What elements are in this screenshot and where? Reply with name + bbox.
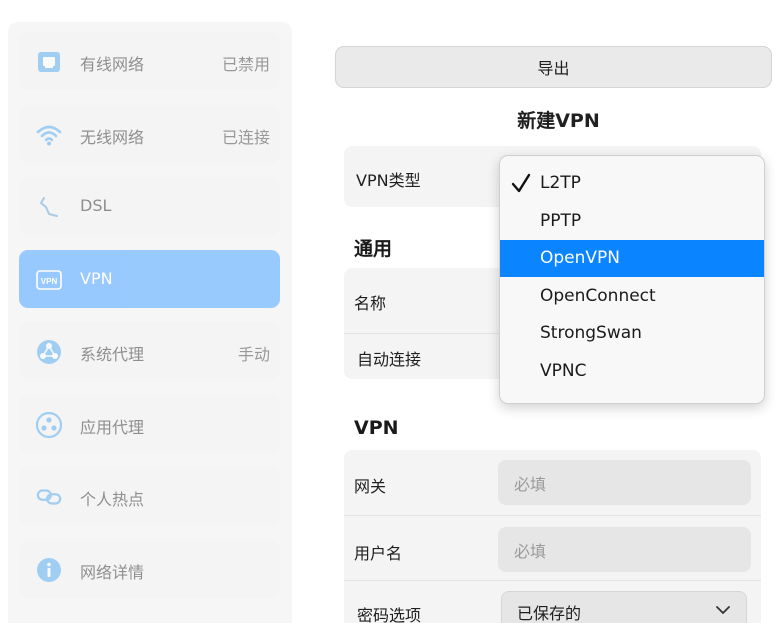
general-section-title: 通用 [354,238,393,260]
sidebar-item-wired[interactable]: 有线网络 已禁用 [19,32,280,90]
gateway-label: 网关 [354,477,387,496]
menu-item-label: OpenConnect [540,286,656,306]
menu-item-strongswan[interactable]: StrongSwan [500,315,764,352]
checkmark-icon [511,173,531,193]
app-proxy-icon [36,412,62,438]
sidebar-item-label: VPN [80,269,113,288]
vpn-type-label: VPN类型 [356,171,421,190]
autoconnect-label: 自动连接 [357,350,422,369]
export-button[interactable]: 导出 [335,46,772,88]
menu-item-pptp[interactable]: PPTP [500,203,764,240]
system-proxy-icon [36,339,62,365]
username-label: 用户名 [354,544,403,563]
sidebar-item-label: 有线网络 [80,55,145,74]
vpn-section-title: VPN [354,417,399,439]
sidebar-item-label: DSL [80,196,112,215]
sidebar-item-wireless[interactable]: 无线网络 已连接 [19,105,280,163]
sidebar-item-label: 无线网络 [80,128,145,147]
menu-item-openvpn[interactable]: OpenVPN [500,240,764,277]
sidebar-item-label: 系统代理 [80,345,145,364]
ethernet-icon [36,49,62,75]
divider [344,515,761,516]
sidebar-item-label: 应用代理 [80,418,145,437]
sidebar-item-label: 网络详情 [80,563,145,582]
sidebar-item-status: 已禁用 [221,55,270,74]
dsl-icon [36,194,62,220]
menu-item-label: OpenVPN [540,248,621,268]
wifi-icon [36,122,62,148]
menu-item-openconnect[interactable]: OpenConnect [500,278,764,315]
sidebar: 有线网络 已禁用 无线网络 已连接 DSL VPN VPN 系统代理 手动 应用… [0,0,322,623]
menu-item-l2tp[interactable]: L2TP [500,165,764,202]
password-option-label: 密码选项 [357,606,422,623]
menu-item-vpnc[interactable]: VPNC [500,353,764,390]
sidebar-item-status: 已连接 [221,128,270,147]
divider [344,580,761,581]
username-input[interactable]: 必填 [498,527,751,572]
svg-text:VPN: VPN [41,277,58,286]
menu-item-label: L2TP [540,173,581,193]
menu-item-label: StrongSwan [540,323,642,343]
password-option-value: 已保存的 [517,604,582,623]
vpn-type-dropdown-menu: L2TP PPTP OpenVPN OpenConnect StrongSwan… [499,155,765,404]
info-icon [36,557,62,583]
sidebar-item-dsl[interactable]: DSL [19,177,280,235]
menu-item-label: VPNC [540,361,587,381]
sidebar-item-status: 手动 [237,345,270,364]
vpn-icon: VPN [36,267,62,293]
sidebar-item-label: 个人热点 [80,490,145,509]
gateway-input[interactable]: 必填 [498,460,751,505]
chevron-down-icon [716,606,730,614]
hotspot-icon [36,484,62,510]
password-option-select[interactable]: 已保存的 [501,591,747,623]
sidebar-item-system-proxy[interactable]: 系统代理 手动 [19,322,280,380]
name-label: 名称 [354,294,387,313]
sidebar-item-network-details[interactable]: 网络详情 [19,540,280,598]
sidebar-item-app-proxy[interactable]: 应用代理 [19,395,280,453]
sidebar-item-vpn[interactable]: VPN VPN [19,250,280,308]
menu-item-label: PPTP [540,211,582,231]
page-title: 新建VPN [517,110,600,132]
sidebar-item-hotspot[interactable]: 个人热点 [19,467,280,525]
